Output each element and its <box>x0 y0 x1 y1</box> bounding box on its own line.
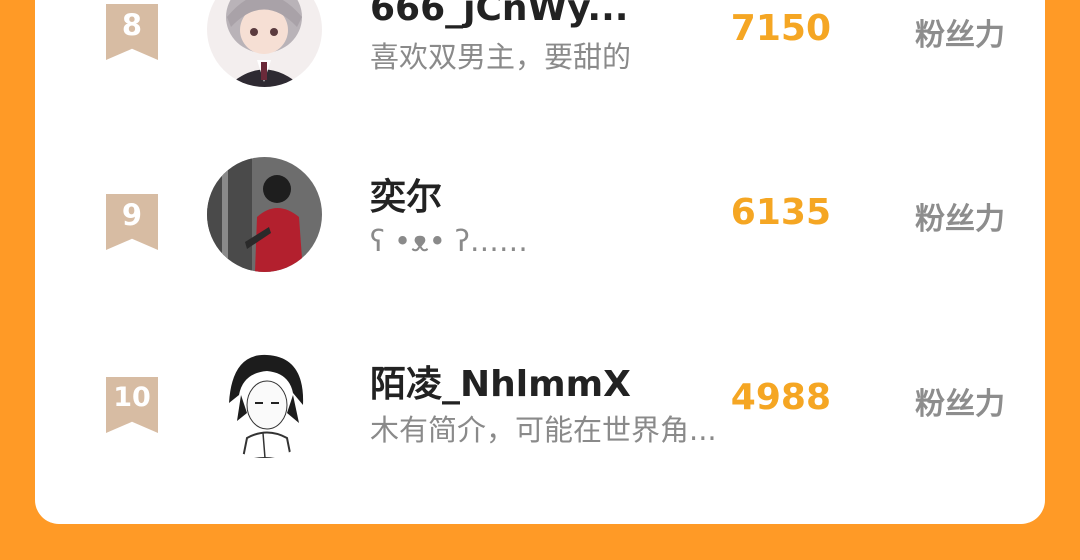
user-bio: 木有简介，可能在世界角... <box>370 413 717 447</box>
fan-score-unit: 粉丝力 <box>915 387 1005 422</box>
fan-score: 6135 <box>730 192 831 233</box>
user-bio: ʕ •ᴥ• ʔ…… <box>370 224 528 258</box>
user-nickname[interactable]: 陌凌_NhlmmX <box>370 355 631 407</box>
anime-boy-grey-hair-avatar-icon <box>207 0 322 87</box>
anime-boy-sketch-avatar-icon <box>207 343 322 458</box>
fan-score-unit: 粉丝力 <box>915 202 1005 237</box>
fan-score: 7150 <box>730 8 831 49</box>
fan-score: 4988 <box>730 377 831 418</box>
rank-badge: 8 <box>106 4 158 60</box>
user-avatar[interactable] <box>207 157 322 272</box>
rank-badge: 10 <box>106 377 158 433</box>
user-nickname[interactable]: 奕尔 <box>370 168 442 220</box>
leaderboard-card: 8 666_jCnWy... 喜欢双男主，要甜的 7150 粉丝力 9 奕尔 ʕ… <box>35 0 1045 524</box>
leaderboard-row[interactable]: 8 666_jCnWy... 喜欢双男主，要甜的 7150 粉丝力 <box>35 0 1045 87</box>
user-avatar[interactable] <box>207 343 322 458</box>
user-bio: 喜欢双男主，要甜的 <box>370 40 632 74</box>
leaderboard-row[interactable]: 9 奕尔 ʕ •ᴥ• ʔ…… 6135 粉丝力 <box>35 150 1045 272</box>
photo-person-red-jacket-avatar-icon <box>207 157 322 272</box>
user-nickname[interactable]: 666_jCnWy... <box>370 0 628 29</box>
user-avatar[interactable] <box>207 0 322 87</box>
rank-badge: 9 <box>106 194 158 250</box>
fan-score-unit: 粉丝力 <box>915 18 1005 53</box>
leaderboard-row[interactable]: 10 陌凌_NhlmmX 木有简介，可能在世界角... 4988 粉丝力 <box>35 335 1045 458</box>
